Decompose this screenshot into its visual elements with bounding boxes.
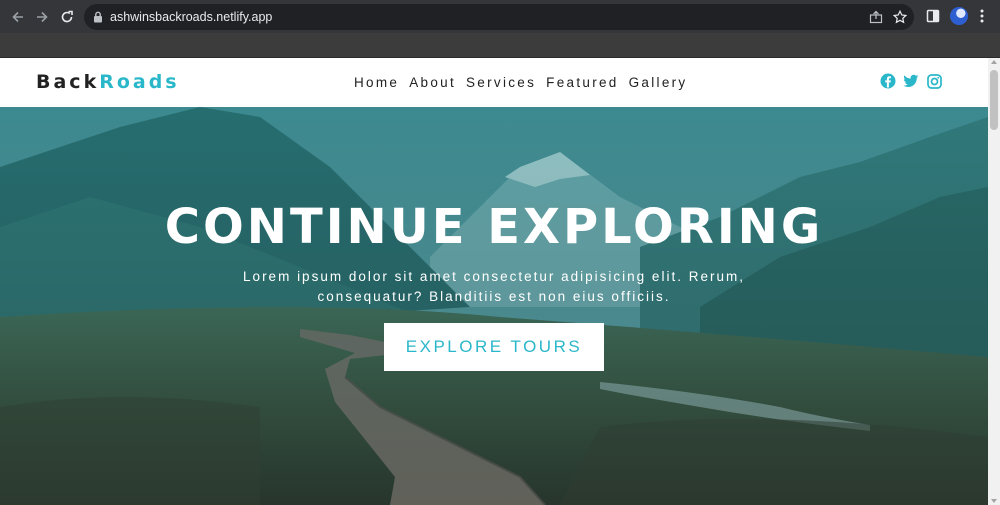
hero-content: CONTINUE EXPLORING Lorem ipsum dolor sit…	[0, 195, 988, 371]
hero-section: CONTINUE EXPLORING Lorem ipsum dolor sit…	[0, 107, 988, 505]
facebook-icon[interactable]	[880, 73, 896, 89]
reload-icon[interactable]	[57, 7, 77, 27]
profile-avatar[interactable]	[950, 7, 968, 25]
social-links	[880, 73, 942, 89]
scroll-down-icon[interactable]	[991, 499, 997, 503]
logo[interactable]: BackRoads	[36, 71, 180, 93]
logo-part-back: Back	[36, 71, 100, 93]
bookmark-star-icon[interactable]	[892, 9, 908, 25]
forward-icon[interactable]	[32, 7, 52, 27]
page-scrollbar[interactable]	[988, 58, 1000, 505]
nav-link-gallery[interactable]: Gallery	[629, 75, 688, 90]
url-text: ashwinsbackroads.netlify.app	[110, 10, 273, 24]
instagram-icon[interactable]	[926, 73, 942, 89]
nav-links: Home About Services Featured Gallery	[354, 75, 687, 90]
logo-part-roads: Roads	[99, 71, 180, 93]
browser-chrome: ashwinsbackroads.netlify.app	[0, 0, 1000, 58]
share-icon[interactable]	[868, 9, 884, 25]
back-icon[interactable]	[8, 7, 28, 27]
scrollbar-thumb[interactable]	[990, 70, 998, 130]
lock-icon[interactable]	[90, 9, 106, 25]
nav-link-home[interactable]: Home	[354, 75, 399, 90]
twitter-icon[interactable]	[903, 73, 919, 89]
page-viewport: BackRoads Home About Services Featured G…	[0, 58, 988, 505]
explore-tours-button[interactable]: EXPLORE TOURS	[383, 323, 605, 371]
nav-link-about[interactable]: About	[409, 75, 456, 90]
menu-dots-icon[interactable]	[973, 7, 991, 25]
hero-text: Lorem ipsum dolor sit amet consectetur a…	[243, 269, 745, 304]
navbar: BackRoads Home About Services Featured G…	[0, 58, 988, 107]
address-bar[interactable]: ashwinsbackroads.netlify.app	[84, 4, 914, 30]
side-panel-icon[interactable]	[924, 7, 942, 25]
scroll-up-icon[interactable]	[991, 60, 997, 64]
hero-title: CONTINUE EXPLORING	[164, 199, 824, 255]
nav-link-services[interactable]: Services	[466, 75, 536, 90]
nav-link-featured[interactable]: Featured	[546, 75, 618, 90]
